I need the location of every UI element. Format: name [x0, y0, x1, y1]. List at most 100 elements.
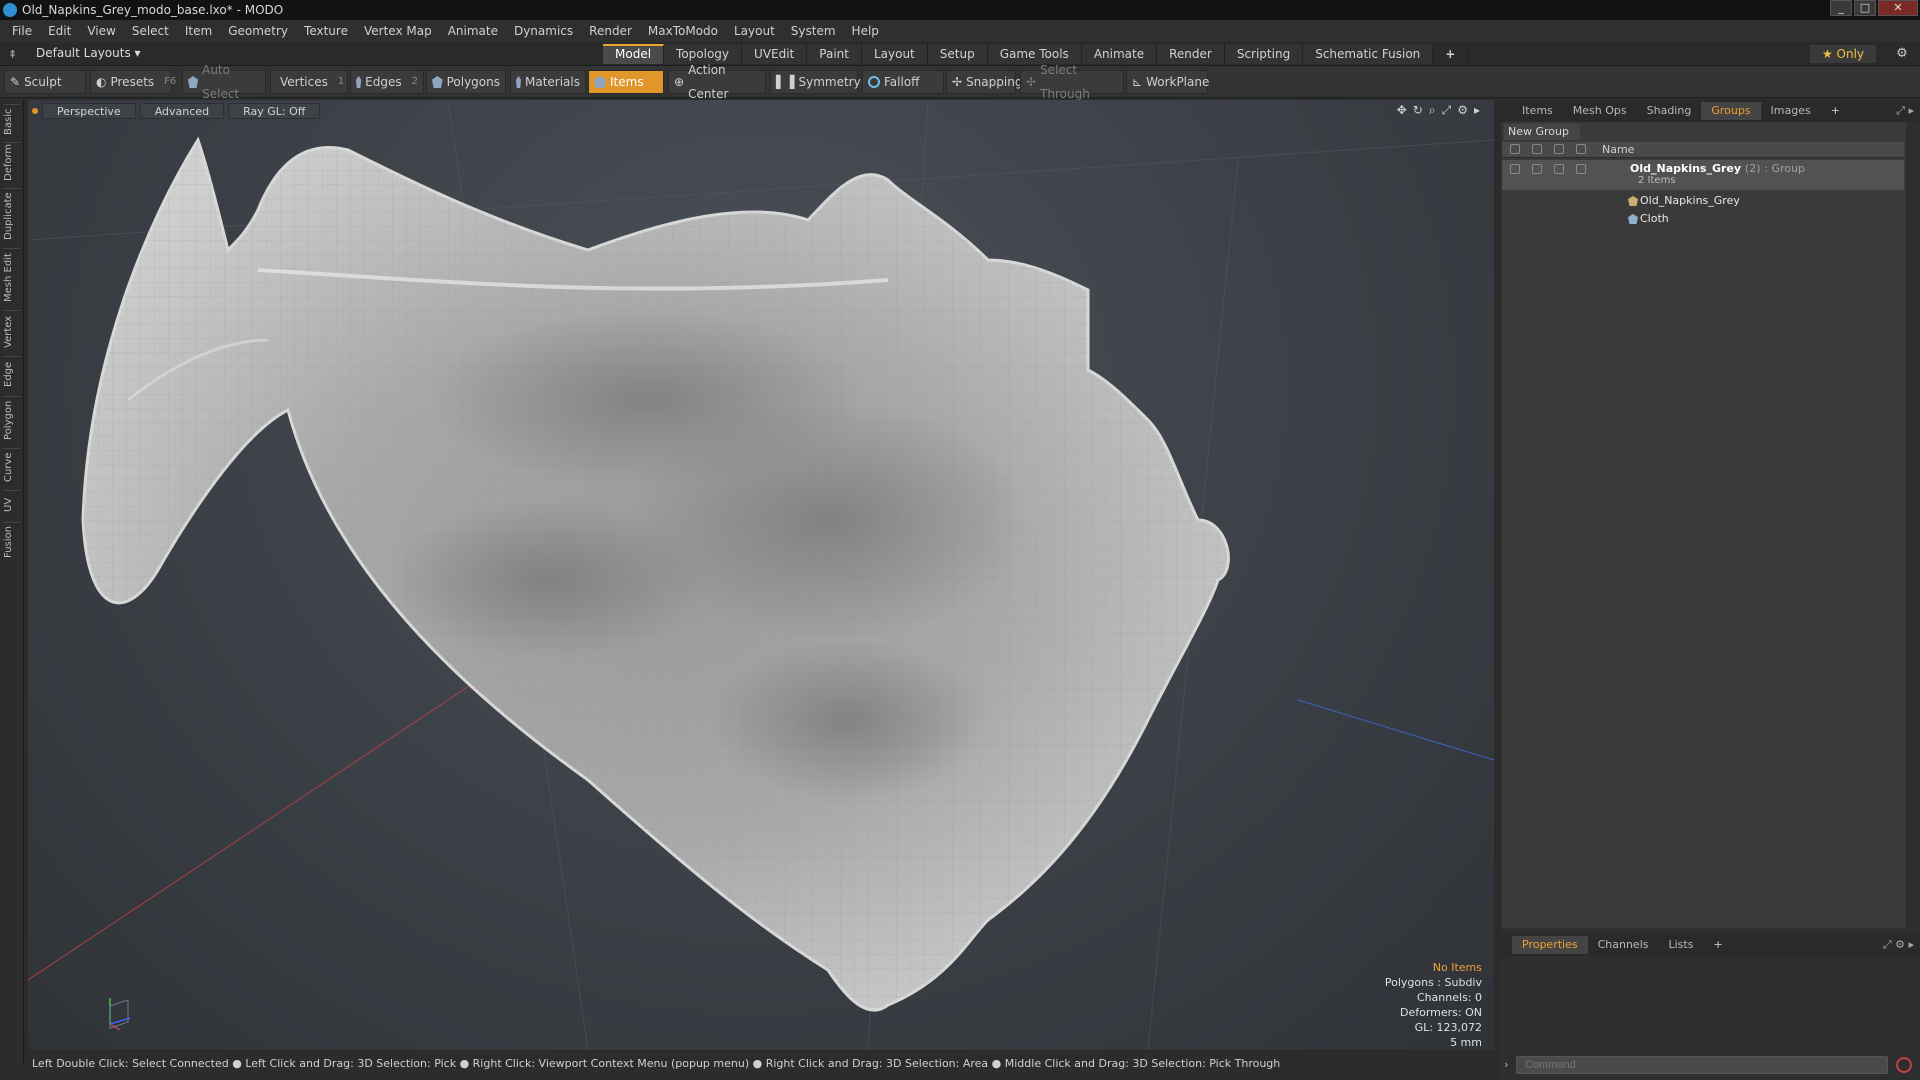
add-tab-button[interactable]: +: [1433, 44, 1469, 64]
move-view-icon[interactable]: ✥: [1397, 103, 1407, 118]
tab-model[interactable]: Model: [603, 44, 665, 64]
bottom-panel-options-icon[interactable]: ⤢ ⚙ ▸: [1883, 938, 1914, 952]
tab-deform[interactable]: Deform: [3, 142, 21, 184]
rotate-view-icon[interactable]: ↻: [1413, 103, 1423, 118]
tab-schematic-fusion[interactable]: Schematic Fusion: [1303, 44, 1434, 64]
vertices-button[interactable]: Vertices 1: [270, 70, 348, 94]
selection-info: No Items: [1432, 961, 1482, 974]
symmetry-button[interactable]: ▌▐ Symmetry: [770, 70, 861, 94]
lock-column-icon[interactable]: [1554, 144, 1564, 154]
tab-uv[interactable]: UV: [3, 490, 21, 518]
eye-icon[interactable]: [1510, 164, 1520, 174]
tab-mesh-edit[interactable]: Mesh Edit: [3, 248, 21, 306]
shading-button[interactable]: Advanced: [139, 103, 225, 119]
fit-view-icon[interactable]: ⤢: [1442, 103, 1452, 118]
menu-system[interactable]: System: [783, 24, 844, 38]
menu-vertex-map[interactable]: Vertex Map: [356, 24, 440, 38]
menu-dynamics[interactable]: Dynamics: [506, 24, 581, 38]
layout-selector[interactable]: Default Layouts ▾: [36, 46, 141, 60]
render-toggle-icon[interactable]: [1532, 164, 1542, 174]
action-center-button[interactable]: ⊕ Action Center: [668, 63, 766, 101]
menu-select[interactable]: Select: [124, 24, 177, 38]
render-column-icon[interactable]: [1532, 144, 1542, 154]
view-type-button[interactable]: Perspective: [42, 103, 136, 119]
tab-images[interactable]: Images: [1761, 102, 1821, 120]
menu-bar: File Edit View Select Item Geometry Text…: [0, 20, 1920, 42]
presets-button[interactable]: ◐ Presets F6: [90, 70, 176, 94]
falloff-button[interactable]: Falloff: [862, 70, 944, 94]
tool-bar: ✎ Sculpt ◐ Presets F6 Auto Select Vertices 1…: [0, 63, 1920, 101]
tab-duplicate[interactable]: Duplicate: [3, 188, 21, 244]
menu-layout[interactable]: Layout: [726, 24, 783, 38]
auto-select-button[interactable]: Auto Select: [182, 63, 266, 101]
menu-render[interactable]: Render: [581, 24, 640, 38]
tab-lists[interactable]: Lists: [1659, 936, 1704, 954]
new-group-button[interactable]: New Group: [1504, 124, 1580, 140]
menu-item[interactable]: Item: [177, 24, 220, 38]
tab-shading[interactable]: Shading: [1637, 102, 1702, 120]
command-input[interactable]: [1516, 1056, 1888, 1074]
tab-scripting[interactable]: Scripting: [1224, 44, 1304, 64]
menu-animate[interactable]: Animate: [440, 24, 506, 38]
select-column-icon[interactable]: [1576, 144, 1586, 154]
snapping-button[interactable]: ✢ Snapping: [946, 70, 1022, 94]
tab-fusion[interactable]: Fusion: [3, 522, 21, 562]
tab-groups[interactable]: Groups: [1701, 102, 1761, 120]
tab-vertex[interactable]: Vertex: [3, 310, 21, 352]
add-panel-tab-button[interactable]: +: [1821, 102, 1850, 120]
tab-basic[interactable]: Basic: [3, 104, 21, 138]
group-row[interactable]: Old_Napkins_Grey (2) : Group 2 Items: [1502, 160, 1904, 190]
gear-icon[interactable]: ⚙: [1892, 45, 1912, 63]
maximize-button[interactable]: □: [1854, 0, 1876, 16]
tab-curve[interactable]: Curve: [3, 448, 21, 486]
layout-arrow-icon[interactable]: ⇞: [8, 48, 17, 61]
select-toggle-icon[interactable]: [1576, 164, 1586, 174]
menu-file[interactable]: File: [4, 24, 40, 38]
group-child-row[interactable]: Old_Napkins_Grey: [1502, 192, 1904, 210]
select-through-button[interactable]: ✢ Select Through: [1020, 63, 1124, 101]
3d-viewport[interactable]: Perspective Advanced Ray GL: Off ✥ ↻ ⌕ ⤢…: [28, 100, 1494, 1050]
zoom-view-icon[interactable]: ⌕: [1429, 103, 1436, 118]
add-bottom-tab-button[interactable]: +: [1703, 936, 1732, 954]
panel-options-icon[interactable]: ⤢ ▸: [1896, 104, 1914, 118]
tab-properties[interactable]: Properties: [1512, 936, 1588, 954]
napkin-mesh[interactable]: [81, 136, 1230, 1012]
lock-toggle-icon[interactable]: [1554, 164, 1564, 174]
menu-geometry[interactable]: Geometry: [220, 24, 296, 38]
tab-mesh-ops[interactable]: Mesh Ops: [1563, 102, 1637, 120]
materials-button[interactable]: Materials: [510, 70, 586, 94]
menu-texture[interactable]: Texture: [296, 24, 356, 38]
window-title: Old_Napkins_Grey_modo_base.lxo* - MODO: [22, 3, 284, 17]
tab-edge[interactable]: Edge: [3, 356, 21, 392]
workplane-button[interactable]: ⊾ WorkPlane: [1126, 70, 1209, 94]
menu-view[interactable]: View: [79, 24, 123, 38]
polygons-button[interactable]: Polygons: [426, 70, 506, 94]
group-child-row[interactable]: Cloth: [1502, 210, 1904, 228]
minimize-button[interactable]: _: [1830, 0, 1852, 16]
tab-setup[interactable]: Setup: [927, 44, 988, 64]
items-button[interactable]: Items: [588, 70, 664, 94]
falloff-icon: [868, 76, 880, 88]
tab-polygon[interactable]: Polygon: [3, 396, 21, 444]
only-button[interactable]: ★ Only: [1810, 45, 1876, 63]
viewport-menu-arrow-icon[interactable]: ▸: [1474, 103, 1480, 118]
menu-help[interactable]: Help: [844, 24, 887, 38]
tab-items[interactable]: Items: [1512, 102, 1563, 120]
viewport-options-icon[interactable]: [32, 108, 38, 114]
tab-channels[interactable]: Channels: [1588, 936, 1659, 954]
select-through-icon: ✢: [1026, 75, 1037, 89]
tab-render[interactable]: Render: [1157, 44, 1225, 64]
visibility-column-icon[interactable]: [1510, 144, 1520, 154]
close-button[interactable]: ✕: [1878, 0, 1918, 16]
sculpt-button[interactable]: ✎ Sculpt: [4, 70, 86, 94]
viewport-settings-icon[interactable]: ⚙: [1457, 103, 1468, 118]
tab-layout[interactable]: Layout: [861, 44, 928, 64]
command-clear-icon[interactable]: [1896, 1057, 1912, 1073]
viewport-info-overlay: No Items Polygons : Subdiv Channels: 0 D…: [1385, 960, 1482, 1050]
menu-edit[interactable]: Edit: [40, 24, 79, 38]
groups-list: New Group Name Old_Napkins_Grey (2) : Gr…: [1502, 122, 1906, 928]
tab-paint[interactable]: Paint: [807, 44, 862, 64]
menu-maxtomodo[interactable]: MaxToModo: [640, 24, 726, 38]
edges-button[interactable]: Edges 2: [350, 70, 424, 94]
raygl-button[interactable]: Ray GL: Off: [228, 103, 321, 119]
